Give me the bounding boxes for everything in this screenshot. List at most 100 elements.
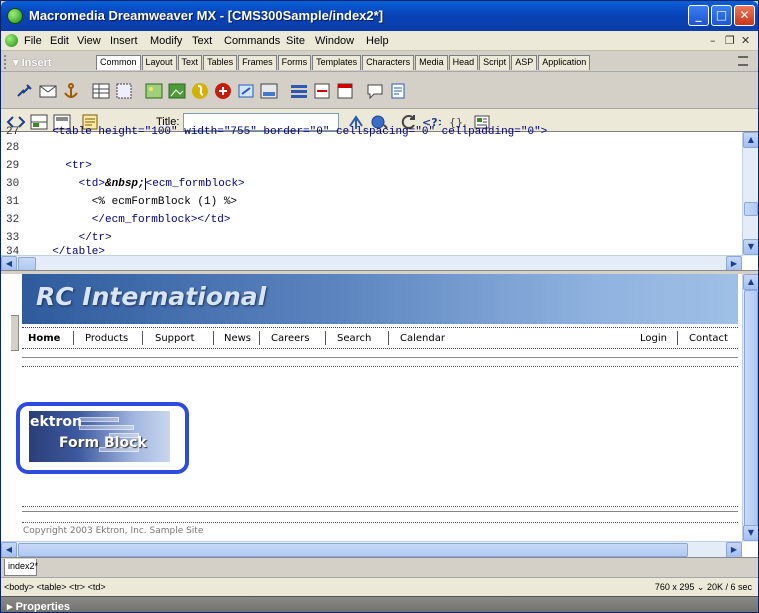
image-placeholder-icon[interactable] — [167, 81, 187, 101]
menu-text[interactable]: Text — [192, 35, 212, 47]
panel-grip[interactable] — [4, 55, 8, 69]
ektron-form-block[interactable]: ektron Form Block — [29, 411, 170, 462]
minimize-button[interactable]: _ — [688, 5, 709, 26]
nav-calendar[interactable]: Calendar — [400, 333, 445, 344]
copyright-text: Copyright 2003 Ektron, Inc. Sample Site — [23, 526, 204, 536]
scroll-up-icon[interactable]: ▲ — [743, 132, 758, 148]
code-line-partial-bottom: 34 </table> — [6, 246, 106, 254]
design-vertical-scrollbar[interactable]: ▲ ▼ — [742, 274, 758, 542]
window-size-info[interactable]: 760 x 295 ⌄ 20K / 6 sec — [655, 582, 752, 593]
doc-restore-icon[interactable]: ❐ — [725, 34, 735, 47]
code-line-30: 30 <td>&nbsp;<ecm_formblock> — [6, 178, 245, 190]
ektron-logo-text: ektron — [30, 414, 82, 430]
code-line-29: 29 <tr> — [6, 160, 92, 172]
tab-layout[interactable]: Layout — [141, 55, 177, 70]
code-vertical-scrollbar[interactable]: ▲ ▼ — [742, 132, 758, 256]
menu-insert[interactable]: Insert — [110, 35, 138, 47]
scroll-down-icon[interactable]: ▼ — [743, 239, 758, 255]
menu-bar: File Edit View Insert Modify Text Comman… — [1, 31, 758, 51]
design-scroll-left-icon[interactable]: ◀ — [1, 542, 17, 558]
dreamweaver-window: Macromedia Dreamweaver MX - [CMS300Sampl… — [0, 0, 759, 613]
code-hscroll-thumb[interactable] — [18, 257, 36, 271]
flash-icon[interactable] — [190, 81, 210, 101]
code-line-31: 31 <% ecmFormBlock (1) %> — [6, 196, 238, 208]
panel-options-icon[interactable] — [738, 56, 748, 66]
menu-modify[interactable]: Modify — [150, 35, 182, 47]
shockwave-icon[interactable] — [213, 81, 233, 101]
design-scroll-up-icon[interactable]: ▲ — [743, 274, 758, 290]
email-link-icon[interactable] — [38, 81, 58, 101]
tab-common[interactable]: Common — [96, 55, 141, 70]
nav-login[interactable]: Login — [640, 333, 667, 344]
date-icon[interactable] — [335, 81, 355, 101]
nav-careers[interactable]: Careers — [271, 333, 310, 344]
menu-view[interactable]: View — [77, 35, 101, 47]
menu-site[interactable]: Site — [286, 35, 305, 47]
doc-minimize-icon[interactable]: – — [710, 34, 716, 47]
layer-icon[interactable] — [114, 81, 134, 101]
site-nav: Home Products Support News Careers Searc… — [22, 327, 738, 349]
tab-media[interactable]: Media — [415, 55, 448, 70]
tab-tables[interactable]: Tables — [203, 55, 238, 70]
code-horizontal-scrollbar[interactable]: ◀ ▶ — [1, 255, 742, 272]
tab-forms[interactable]: Forms — [277, 55, 312, 70]
menu-help[interactable]: Help — [366, 35, 389, 47]
design-horizontal-scrollbar[interactable]: ◀ ▶ — [1, 541, 742, 558]
window-title: Macromedia Dreamweaver MX - [CMS300Sampl… — [29, 8, 384, 23]
design-scroll-down-icon[interactable]: ▼ — [743, 525, 758, 541]
code-view[interactable]: 27 <table height="100" width="755" borde… — [1, 126, 758, 272]
nav-news[interactable]: News — [224, 333, 251, 344]
nav-products[interactable]: Products — [85, 333, 128, 344]
tab-characters[interactable]: Characters — [362, 55, 415, 70]
tab-frames[interactable]: Frames — [238, 55, 277, 70]
doc-tab-index2[interactable]: index2* — [4, 559, 38, 576]
tag-selector[interactable]: <body> <table> <tr> <td> — [4, 582, 106, 592]
rollover-image-icon[interactable] — [236, 81, 256, 101]
design-hscroll-thumb[interactable] — [18, 543, 688, 557]
insert-bar-label[interactable]: ▾ Insert — [13, 56, 52, 69]
nav-support[interactable]: Support — [155, 333, 195, 344]
tab-templates[interactable]: Templates — [312, 55, 362, 70]
code-scroll-thumb[interactable] — [744, 202, 758, 216]
panel-collapse-handle[interactable] — [11, 315, 19, 351]
dreamweaver-app-icon[interactable] — [7, 8, 23, 24]
title-bar[interactable]: Macromedia Dreamweaver MX - [CMS300Sampl… — [1, 1, 758, 31]
site-banner: RC International — [22, 274, 738, 324]
menu-file[interactable]: File — [24, 35, 42, 47]
table-icon[interactable] — [91, 81, 111, 101]
close-button[interactable]: ✕ — [734, 5, 755, 26]
nav-search[interactable]: Search — [337, 333, 371, 344]
insert-tabs: Common Layout Text Tables Frames Forms T… — [96, 55, 591, 70]
hyperlink-icon[interactable] — [15, 81, 35, 101]
fireworks-html-icon[interactable] — [259, 81, 279, 101]
form-block-label: Form Block — [59, 435, 147, 451]
horizontal-rule-icon[interactable] — [312, 81, 332, 101]
named-anchor-icon[interactable] — [61, 81, 81, 101]
doc-close-icon[interactable]: ✕ — [741, 34, 750, 47]
properties-label[interactable]: ▸ Properties — [7, 600, 70, 612]
design-scroll-thumb[interactable] — [744, 290, 758, 526]
menu-commands[interactable]: Commands — [224, 35, 280, 47]
tab-text[interactable]: Text — [177, 55, 203, 70]
tag-chooser-icon[interactable] — [388, 81, 408, 101]
menu-window[interactable]: Window — [315, 35, 354, 47]
nav-home[interactable]: Home — [28, 333, 60, 344]
design-view[interactable]: RC International Home Products Support N… — [1, 274, 758, 558]
properties-panel-header[interactable]: ▸ Properties — [1, 596, 758, 612]
tab-application[interactable]: Application — [538, 55, 591, 70]
image-icon[interactable] — [144, 81, 164, 101]
tab-asp[interactable]: ASP — [511, 55, 538, 70]
tab-script[interactable]: Script — [479, 55, 511, 70]
design-scroll-right-icon[interactable]: ▶ — [726, 542, 742, 558]
comment-icon[interactable] — [365, 81, 385, 101]
menu-edit[interactable]: Edit — [50, 35, 69, 47]
navigation-bar-icon[interactable] — [289, 81, 309, 101]
tab-head[interactable]: Head — [448, 55, 479, 70]
document-tabs: index2* — [1, 557, 758, 577]
code-line-28: 28 — [6, 142, 20, 154]
status-bar: <body> <table> <tr> <td> 760 x 295 ⌄ 20K… — [1, 577, 758, 596]
nav-contact[interactable]: Contact — [689, 333, 728, 344]
insert-bar: ▾ Insert Common Layout Text Tables Frame… — [1, 52, 758, 72]
maximize-button[interactable]: □ — [711, 5, 732, 26]
document-icon[interactable] — [5, 34, 18, 47]
